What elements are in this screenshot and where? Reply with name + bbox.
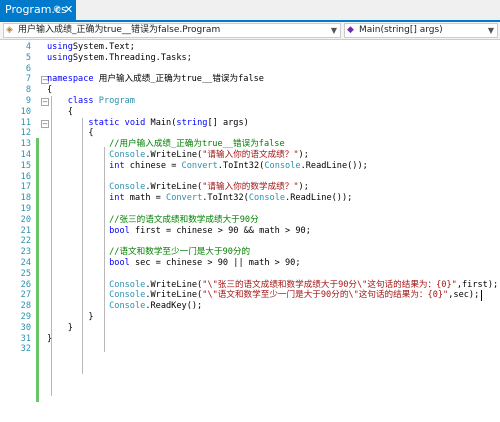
code-line[interactable]: 9− class Program (0, 96, 500, 107)
code-line[interactable]: 8{ (0, 85, 500, 96)
code-line[interactable]: 31} (0, 334, 500, 345)
line-number: 4 (25, 42, 31, 52)
line-number: 25 (20, 268, 31, 279)
line-number: 22 (20, 236, 31, 247)
line-number: 14 (20, 150, 31, 160)
chevron-down-icon[interactable]: ▼ (488, 24, 494, 37)
code-line[interactable]: 25 (0, 269, 500, 280)
member-dropdown[interactable]: ◆ Main(string[] args) ▼ (344, 23, 498, 38)
line-number: 31 (20, 333, 31, 344)
line-number: 11 (20, 117, 31, 128)
code-line[interactable]: 28 Console.ReadKey(); (0, 301, 500, 312)
code-line[interactable]: 5 usingSystem.Threading.Tasks; (0, 53, 500, 64)
code-text: //语文和数学至少一门是大于90分的 (109, 247, 251, 258)
code-text: } (47, 312, 94, 322)
code-line[interactable]: 18 int math = Convert.ToInt32(Console.Re… (0, 193, 500, 204)
line-number: 24 (20, 258, 31, 268)
line-number: 28 (20, 301, 31, 312)
code-text: { (47, 106, 73, 117)
code-line[interactable]: 29 } (0, 312, 500, 323)
line-number: 27 (20, 290, 31, 301)
line-number: 29 (20, 312, 31, 322)
pin-icon[interactable]: ⊕ (53, 0, 61, 20)
line-number: 10 (20, 106, 31, 117)
code-line[interactable]: 7− namespace 用户输入成绩_正确为true__错误为false (0, 74, 500, 85)
line-number: 15 (20, 160, 31, 171)
code-text: static void Main(string[] args) (88, 117, 249, 128)
line-number: 18 (20, 193, 31, 204)
code-text: Console.WriteLine("请输入你的数学成绩？"); (109, 182, 309, 193)
code-text: Console.ReadKey(); (109, 301, 203, 312)
line-number: 13 (20, 139, 31, 150)
code-line[interactable]: 27 Console.WriteLine("\"语文和数学至少一门是大于90分的… (0, 290, 500, 302)
navigation-bar: ◈ 用户输入成绩_正确为true__错误为false.Program ▼ ◆ M… (0, 22, 500, 40)
line-number: 17 (20, 182, 31, 193)
code-text: Console.WriteLine("\"语文和数学至少一门是大于90分的\"这… (47, 290, 483, 302)
code-editor[interactable]: 4 usingSystem.Text; 5 usingSystem.Threading… (0, 40, 500, 422)
code-text: bool first = chinese > 90 && math > 90; (109, 225, 311, 236)
type-dropdown-value: 用户输入成绩_正确为true__错误为false.Program (18, 25, 221, 35)
code-line[interactable]: 12 { (0, 128, 500, 139)
code-text: class Program (67, 96, 135, 106)
code-text: } (47, 322, 73, 333)
close-icon[interactable]: ✕ (64, 0, 73, 20)
code-line[interactable]: 15 int chinese = Convert.ToInt32(Console… (0, 161, 500, 172)
code-text: //用户输入成绩_正确为true__错误为false (109, 139, 285, 150)
class-icon: ◈ (6, 25, 13, 35)
code-line[interactable]: 16 (0, 172, 500, 183)
code-line[interactable]: 23 //语文和数学至少一门是大于90分的 (0, 247, 500, 258)
code-line[interactable]: 13 //用户输入成绩_正确为true__错误为false (0, 139, 500, 150)
code-text: { (47, 128, 94, 139)
code-text: Console.WriteLine("\"张三的语文成绩和数学成绩大于90分\"… (109, 279, 499, 290)
line-number: 5 (25, 52, 31, 63)
code-line[interactable]: 14 Console.WriteLine("请输入你的语文成绩？"); (0, 150, 500, 161)
code-line[interactable]: 19 (0, 204, 500, 215)
line-number: 30 (20, 322, 31, 333)
code-line[interactable]: 26 Console.WriteLine("\"张三的语文成绩和数学成绩大于90… (0, 280, 500, 291)
line-number: 21 (20, 225, 31, 236)
code-line[interactable]: 32 (0, 344, 500, 355)
line-number: 23 (20, 247, 31, 258)
line-number: 16 (20, 171, 31, 182)
line-number: 12 (20, 128, 31, 139)
code-text: bool sec = chinese > 90 || math > 90; (109, 258, 301, 268)
code-line[interactable]: 22 (0, 236, 500, 247)
code-line[interactable]: 6 (0, 64, 500, 75)
line-number: 8 (25, 85, 31, 96)
code-text: } (47, 333, 53, 344)
code-line[interactable]: 30 } (0, 323, 500, 334)
code-line[interactable]: 4 usingSystem.Text; (0, 42, 500, 53)
line-number: 19 (20, 204, 31, 214)
code-line[interactable]: 24 bool sec = chinese > 90 || math > 90; (0, 258, 500, 269)
code-line[interactable]: 20 //张三的语文成绩和数学成绩大于90分 (0, 215, 500, 226)
type-dropdown[interactable]: ◈ 用户输入成绩_正确为true__错误为false.Program ▼ (3, 23, 341, 38)
code-text: //张三的语文成绩和数学成绩大于90分 (109, 214, 259, 225)
code-text: int chinese = Convert.ToInt32(Console.Re… (109, 160, 368, 171)
code-text: { (47, 85, 53, 96)
code-line[interactable]: 10 { (0, 107, 500, 118)
code-text: Console.WriteLine("请输入你的语文成绩？"); (109, 150, 309, 160)
member-dropdown-value: Main(string[] args) (359, 25, 443, 35)
line-number: 7 (25, 74, 31, 85)
code-line[interactable]: 17 Console.WriteLine("请输入你的数学成绩？"); (0, 182, 500, 193)
line-number: 32 (20, 344, 31, 355)
line-number: 20 (20, 214, 31, 225)
code-line[interactable]: 21 bool first = chinese > 90 && math > 9… (0, 226, 500, 237)
code-text: int math = Convert.ToInt32(Console.ReadL… (109, 193, 353, 204)
text-caret (481, 290, 483, 302)
line-number: 26 (20, 279, 31, 290)
code-text: namespace 用户输入成绩_正确为true__错误为false (47, 74, 264, 85)
line-number: 9 (25, 96, 31, 106)
code-text: usingSystem.Threading.Tasks; (47, 52, 192, 63)
code-line[interactable]: 11− static void Main(string[] args) (0, 118, 500, 129)
method-icon: ◆ (347, 25, 354, 35)
line-number: 6 (25, 63, 31, 74)
document-tab-strip: Program.cs ⊕ ✕ (0, 0, 500, 22)
code-text: usingSystem.Text; (47, 42, 135, 52)
chevron-down-icon[interactable]: ▼ (331, 24, 337, 37)
tab-program-cs[interactable]: Program.cs ⊕ ✕ (0, 0, 76, 20)
